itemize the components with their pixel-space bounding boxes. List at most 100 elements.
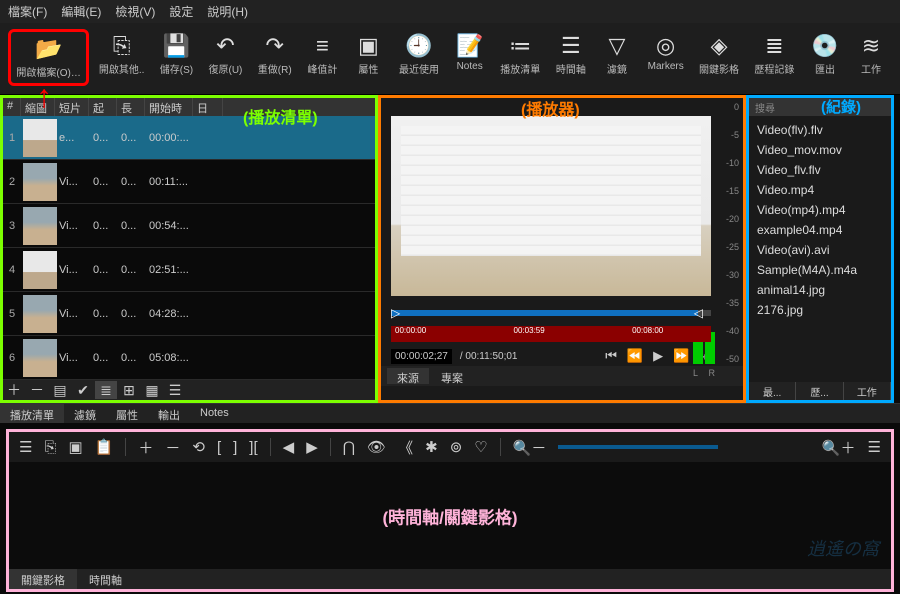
save-button[interactable]: 💾儲存(S): [154, 29, 199, 86]
playlist-footer-button-3[interactable]: ✔: [72, 381, 94, 399]
col-len[interactable]: 長度: [117, 98, 145, 116]
history-item[interactable]: example04.mp4: [753, 220, 887, 240]
recent-button[interactable]: 🕘最近使用: [393, 29, 444, 86]
timeline-tool-6[interactable]: －: [165, 437, 180, 458]
menu-help[interactable]: 說明(H): [207, 3, 248, 20]
playlist-row[interactable]: 5 Vi... 0... 0... 04:28:...: [3, 292, 375, 336]
playlist-button[interactable]: ≔播放清單: [495, 29, 546, 86]
timeline-tool-17[interactable]: 《: [398, 437, 413, 458]
row-start: 00:11:...: [149, 176, 197, 188]
timeline-tool-19[interactable]: ⊚: [450, 438, 463, 456]
history-button[interactable]: ≣歷程記錄: [749, 29, 800, 86]
col-date[interactable]: 日期: [193, 98, 223, 116]
timeline-tool-18[interactable]: ✱: [425, 438, 438, 456]
in-point-icon[interactable]: ▷: [391, 306, 400, 320]
col-clip[interactable]: 短片: [55, 98, 89, 116]
export-button[interactable]: 💿匯出: [804, 29, 846, 86]
play-button[interactable]: ▶: [653, 348, 663, 364]
timeline-tab-0[interactable]: 關鍵影格: [9, 569, 77, 589]
history-item[interactable]: Video.mp4: [753, 180, 887, 200]
history-item[interactable]: animal14.jpg: [753, 280, 887, 300]
history-item[interactable]: 2176.jpg: [753, 300, 887, 320]
history-item[interactable]: Sample(M4A).m4a: [753, 260, 887, 280]
playlist-row[interactable]: 6 Vi... 0... 0... 05:08:...: [3, 336, 375, 380]
timeline-tool-7[interactable]: ⟲: [192, 438, 205, 456]
open-other-button[interactable]: ⎘開啟其他..: [93, 29, 150, 86]
source-tab[interactable]: 來源: [387, 368, 429, 384]
timeline-tool-13[interactable]: ▶: [306, 438, 318, 456]
playlist-footer-button-6[interactable]: ▦: [141, 381, 163, 399]
col-in[interactable]: 起點: [89, 98, 117, 116]
playlist-footer-button-1[interactable]: －: [26, 381, 48, 399]
menu-edit[interactable]: 編輯(E): [61, 3, 101, 20]
video-preview[interactable]: [391, 116, 711, 296]
timeline-tool-22[interactable]: 🔍－: [513, 437, 547, 458]
playlist-row[interactable]: 2 Vi... 0... 0... 00:11:...: [3, 160, 375, 204]
timeline-tool-20[interactable]: ♡: [474, 438, 487, 456]
timeline-tool-5[interactable]: ＋: [138, 437, 153, 458]
timeline-tool-3[interactable]: 📋: [95, 438, 114, 456]
playlist-footer-button-4[interactable]: ≣: [95, 381, 117, 399]
open-file-button[interactable]: 📂開啟檔案(O)…: [8, 29, 89, 86]
keyframes-button[interactable]: ◈關鍵影格: [693, 29, 744, 86]
sub-tab-4[interactable]: Notes: [190, 404, 239, 423]
timeline-tool-0[interactable]: ☰: [19, 438, 32, 456]
history-item[interactable]: Video(flv).flv: [753, 120, 887, 140]
col-start[interactable]: 開始時間: [145, 98, 193, 116]
timeline-canvas[interactable]: (時間軸/關鍵影格) 逍遙の窩: [9, 462, 891, 569]
history-tab-0[interactable]: 最...: [749, 382, 796, 400]
history-item[interactable]: Video_mov.mov: [753, 140, 887, 160]
timeline-menu-button[interactable]: ☰: [868, 438, 881, 456]
timeline-tool-15[interactable]: ⋂: [343, 438, 355, 456]
col-num[interactable]: #: [3, 98, 21, 116]
timeline-tool-10[interactable]: ][: [249, 439, 257, 456]
playlist-row[interactable]: 3 Vi... 0... 0... 00:54:...: [3, 204, 375, 248]
sub-tab-3[interactable]: 輸出: [148, 404, 190, 423]
sub-tab-2[interactable]: 屬性: [106, 404, 148, 423]
history-tab-1[interactable]: 歷...: [796, 382, 843, 400]
jobs-button[interactable]: ≋工作: [850, 29, 892, 86]
timeline-tool-1[interactable]: ⎘: [44, 439, 56, 456]
out-point-icon[interactable]: ◁: [694, 306, 703, 320]
skip-prev-button[interactable]: ⏮: [605, 348, 617, 364]
timeline-tool-8[interactable]: [: [217, 439, 221, 456]
zoom-in-button[interactable]: 🔍＋: [822, 437, 856, 458]
timeline-button[interactable]: ☰時間軸: [550, 29, 592, 86]
time-ruler[interactable]: 00:00:0000:03:5900:08:00: [391, 326, 711, 342]
timeline-tool-2[interactable]: ▣: [68, 438, 82, 456]
playlist-footer-button-2[interactable]: ▤: [49, 381, 71, 399]
playlist-footer-button-0[interactable]: ＋: [3, 381, 25, 399]
peakmeter-button[interactable]: ≡峰值計: [301, 29, 343, 86]
history-item[interactable]: Video(avi).avi: [753, 240, 887, 260]
project-tab[interactable]: 專案: [431, 368, 473, 384]
sub-tab-1[interactable]: 濾鏡: [64, 404, 106, 423]
rewind-button[interactable]: ⏪: [627, 348, 643, 364]
markers-button[interactable]: ◎Markers: [642, 29, 689, 86]
history-tab-2[interactable]: 工作: [844, 382, 891, 400]
history-item[interactable]: Video_flv.flv: [753, 160, 887, 180]
playlist-row[interactable]: 1 e... 0... 0... 00:00:...: [3, 116, 375, 160]
history-search[interactable]: 搜尋: [749, 98, 891, 116]
timeline-tab-1[interactable]: 時間軸: [77, 569, 134, 589]
notes-button[interactable]: 📝Notes: [449, 29, 491, 86]
redo-button[interactable]: ↷重做(R): [252, 29, 297, 86]
sub-tab-0[interactable]: 播放清單: [0, 404, 64, 423]
undo-button[interactable]: ↶復原(U): [203, 29, 248, 86]
properties-button[interactable]: ▣屬性: [347, 29, 389, 86]
timeline-tool-9[interactable]: ]: [233, 439, 237, 456]
menu-view[interactable]: 檢視(V): [115, 3, 155, 20]
timecode-current[interactable]: 00:00:02;27: [391, 349, 452, 364]
timeline-tool-12[interactable]: ◀: [283, 438, 295, 456]
forward-button[interactable]: ⏩: [673, 348, 689, 364]
menu-file[interactable]: 檔案(F): [8, 3, 47, 20]
history-item[interactable]: Video(mp4).mp4: [753, 200, 887, 220]
scrubber[interactable]: ▷ ◁: [391, 306, 711, 324]
col-thumb[interactable]: 縮圖: [21, 98, 55, 116]
playlist-footer-button-5[interactable]: ⊞: [118, 381, 140, 399]
playlist-footer-button-7[interactable]: ☰: [164, 381, 186, 399]
filters-button[interactable]: ▽濾鏡: [596, 29, 638, 86]
menu-settings[interactable]: 設定: [169, 3, 193, 20]
zoom-slider[interactable]: [558, 445, 718, 449]
timeline-tool-16[interactable]: 👁: [367, 438, 386, 456]
playlist-row[interactable]: 4 Vi... 0... 0... 02:51:...: [3, 248, 375, 292]
